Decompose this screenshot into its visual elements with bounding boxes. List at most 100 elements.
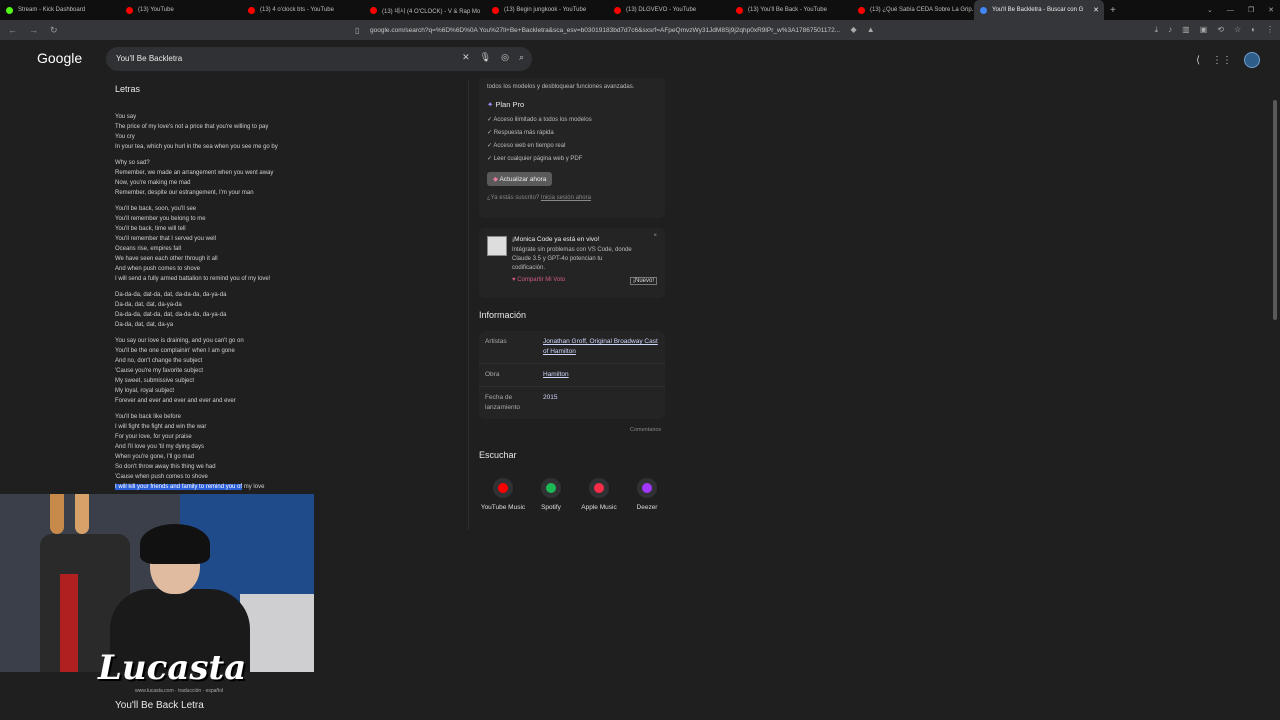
lyrics-line: You say — [115, 114, 137, 120]
menu-icon[interactable]: ⋮ — [1266, 25, 1274, 35]
monica-image — [487, 236, 507, 256]
browser-tab[interactable]: (13) DLGVEVO - YouTube — [608, 0, 730, 20]
listen-platform[interactable]: Apple Music — [575, 478, 623, 511]
listen-platform[interactable]: YouTube Music — [479, 478, 527, 511]
reload-icon[interactable]: ↻ — [50, 25, 58, 36]
info-table: Artistas Jonathan Groff, Original Broadwa… — [479, 331, 665, 419]
tab-title: Stream - Kick Dashboard — [18, 7, 86, 13]
browser-tab[interactable]: (13) You'll Be Back - YouTube — [730, 0, 852, 20]
browser-tab[interactable]: Stream - Kick Dashboard — [0, 0, 120, 20]
tab-title: (13) ¿Qué Sabía CEDA Sobre La Grip... — [870, 7, 974, 13]
extension-icon[interactable]: ◆ — [851, 25, 857, 35]
avatar[interactable] — [1244, 52, 1260, 68]
platform-list: YouTube Music Spotify Apple Music Deezer — [479, 478, 671, 511]
lyrics-line: You'll be back, soon, you'll see — [115, 206, 197, 212]
apps-grid-icon[interactable]: ⋮⋮ — [1212, 55, 1232, 66]
clear-icon[interactable]: ✕ — [462, 52, 470, 63]
promo-intro: todos los modelos y desbloquear funcione… — [487, 84, 635, 90]
share-vote-link[interactable]: ♥ Compartir Mi Voto — [512, 277, 565, 285]
mic-icon[interactable]: 🎙 — [480, 52, 491, 63]
tab-search-icon[interactable]: ⌄ — [1207, 6, 1213, 14]
info-key: Artistas — [485, 338, 507, 345]
feature-item: ✓ Respuesta más rápida — [487, 130, 554, 136]
toolbar-icon[interactable]: ⤓ — [1155, 25, 1159, 35]
lyrics-stanza: You'll be back like before I will fight t… — [115, 412, 278, 492]
toolbar-icon[interactable]: ▣ — [1200, 25, 1208, 35]
toolbar-icon[interactable]: ⟲ — [1217, 25, 1224, 35]
comments-link[interactable]: Comentarios — [630, 427, 661, 433]
tab-favicon — [614, 6, 621, 14]
address-bar-row: ← → ↻ ▯ google.com/search?q=%6D%6D%0A Yo… — [0, 20, 1280, 40]
close-icon[interactable]: × — [653, 233, 657, 239]
login-prompt: ¿Ya estás suscrito? Inicia sesión ahora — [487, 195, 591, 201]
listen-platform[interactable]: Spotify — [527, 478, 575, 511]
tab-favicon — [126, 6, 133, 14]
monitor-image — [240, 594, 314, 672]
check-icon: ✓ — [487, 130, 493, 136]
share-icon[interactable]: ⟨ — [1196, 55, 1200, 66]
browser-tab[interactable]: You'll Be Backletra - Buscar con G ✕ — [974, 0, 1104, 20]
forward-icon[interactable]: → — [29, 25, 38, 36]
lyrics-line: And no, don't change the subject — [115, 358, 203, 364]
search-box[interactable]: You'll Be Backletra ✕ 🎙 ◎ ⌕ — [106, 47, 532, 71]
back-icon[interactable]: ← — [8, 25, 17, 36]
tab-title: (13) DLGVEVO - YouTube — [626, 7, 697, 13]
lyrics-body: You say The price of my love's not a pric… — [115, 112, 278, 498]
lyrics-line: When you're gone, I'll go mad — [115, 454, 195, 460]
extension-icon[interactable]: ▲ — [867, 25, 875, 35]
scrollbar[interactable] — [1273, 100, 1277, 320]
webcam-overlay — [0, 494, 314, 672]
lens-icon[interactable]: ◎ — [501, 52, 509, 63]
login-link[interactable]: Inicia sesión ahora — [541, 195, 591, 201]
lyrics-line: The price of my love's not a price that … — [115, 124, 269, 130]
guitar-image — [50, 494, 64, 534]
upgrade-button[interactable]: ◆ Actualizar ahora — [487, 172, 553, 186]
close-tab-icon[interactable]: ✕ — [1093, 6, 1099, 14]
stream-watermark: www.lucasta.com · traducción · español — [135, 688, 224, 694]
feature-item: ✓ Acceso web en tiempo real — [487, 143, 566, 149]
minimize-button[interactable]: — — [1227, 7, 1234, 14]
toolbar-icon[interactable]: ◐ — [1251, 25, 1256, 35]
lyrics-line: Why so sad? — [115, 160, 150, 166]
search-input[interactable]: You'll Be Backletra — [116, 54, 182, 63]
bookmark-icon[interactable]: ▯ — [355, 26, 359, 35]
toolbar-icon[interactable]: ▥ — [1182, 25, 1190, 35]
browser-tab[interactable]: (13) Begin jungkook - YouTube — [486, 0, 608, 20]
tab-favicon — [6, 6, 13, 14]
toolbar-icon[interactable]: ☆ — [1234, 25, 1241, 35]
browser-tab[interactable]: (13) 4 o'clock bts - YouTube — [242, 0, 364, 20]
tab-favicon — [858, 6, 865, 14]
search-icon[interactable]: ⌕ — [519, 52, 524, 63]
browser-tab[interactable]: (13) ¿Qué Sabía CEDA Sobre La Grip... — [852, 0, 974, 20]
lyrics-line: Da-da, dat, dat, da-ya — [115, 322, 174, 328]
new-badge[interactable]: ¡Nuevo! — [629, 277, 657, 285]
info-key: Fecha de lanzamiento — [485, 394, 521, 411]
browser-tab[interactable]: (13) 네시 (4 O'CLOCK) - V & Rap Mo — [364, 0, 486, 20]
lyrics-line: 'Cause when push comes to shove — [115, 474, 208, 480]
lyrics-line: You'll be the one complainin' when I am … — [115, 348, 235, 354]
lyrics-line: For your love, for your praise — [115, 434, 192, 440]
check-icon: ✓ — [487, 117, 493, 123]
info-value[interactable]: Hamilton — [543, 370, 659, 380]
text-selection: I will kill your friends and family to r… — [115, 484, 243, 490]
platform-label: Deezer — [636, 504, 658, 511]
tab-title: (13) You'll Be Back - YouTube — [748, 7, 827, 13]
close-window-button[interactable]: ✕ — [1268, 6, 1274, 14]
monica-text: Claude 3.5 y GPT-4o potencian tu — [512, 256, 603, 262]
info-value[interactable]: Jonathan Groff, Original Broadway Cast o… — [543, 337, 659, 357]
lyrics-line: Oceans rise, empires fall — [115, 246, 182, 252]
google-logo[interactable]: Google — [37, 50, 82, 66]
stream-caption: You'll Be Back Letra — [115, 700, 204, 711]
maximize-button[interactable]: ❐ — [1248, 6, 1254, 14]
monica-announcement-card: × ¡Monica Code ya está en vivo! Intégrat… — [479, 228, 665, 298]
lyrics-stanza: You'll be back, soon, you'll see You'll r… — [115, 204, 278, 284]
platform-label: Spotify — [541, 504, 561, 511]
new-tab-button[interactable]: + — [1110, 5, 1116, 16]
toolbar-icon[interactable]: ♪ — [1168, 25, 1172, 35]
browser-tab[interactable]: (13) YouTube — [120, 0, 242, 20]
listen-platform[interactable]: Deezer — [623, 478, 671, 511]
lyrics-line: You'll remember you belong to me — [115, 216, 206, 222]
url-field[interactable]: google.com/search?q=%6D%6D%0A You%27ll+B… — [370, 27, 870, 34]
lyrics-line: You cry — [115, 134, 135, 140]
monica-title: ¡Monica Code ya está en vivo! — [512, 236, 600, 243]
